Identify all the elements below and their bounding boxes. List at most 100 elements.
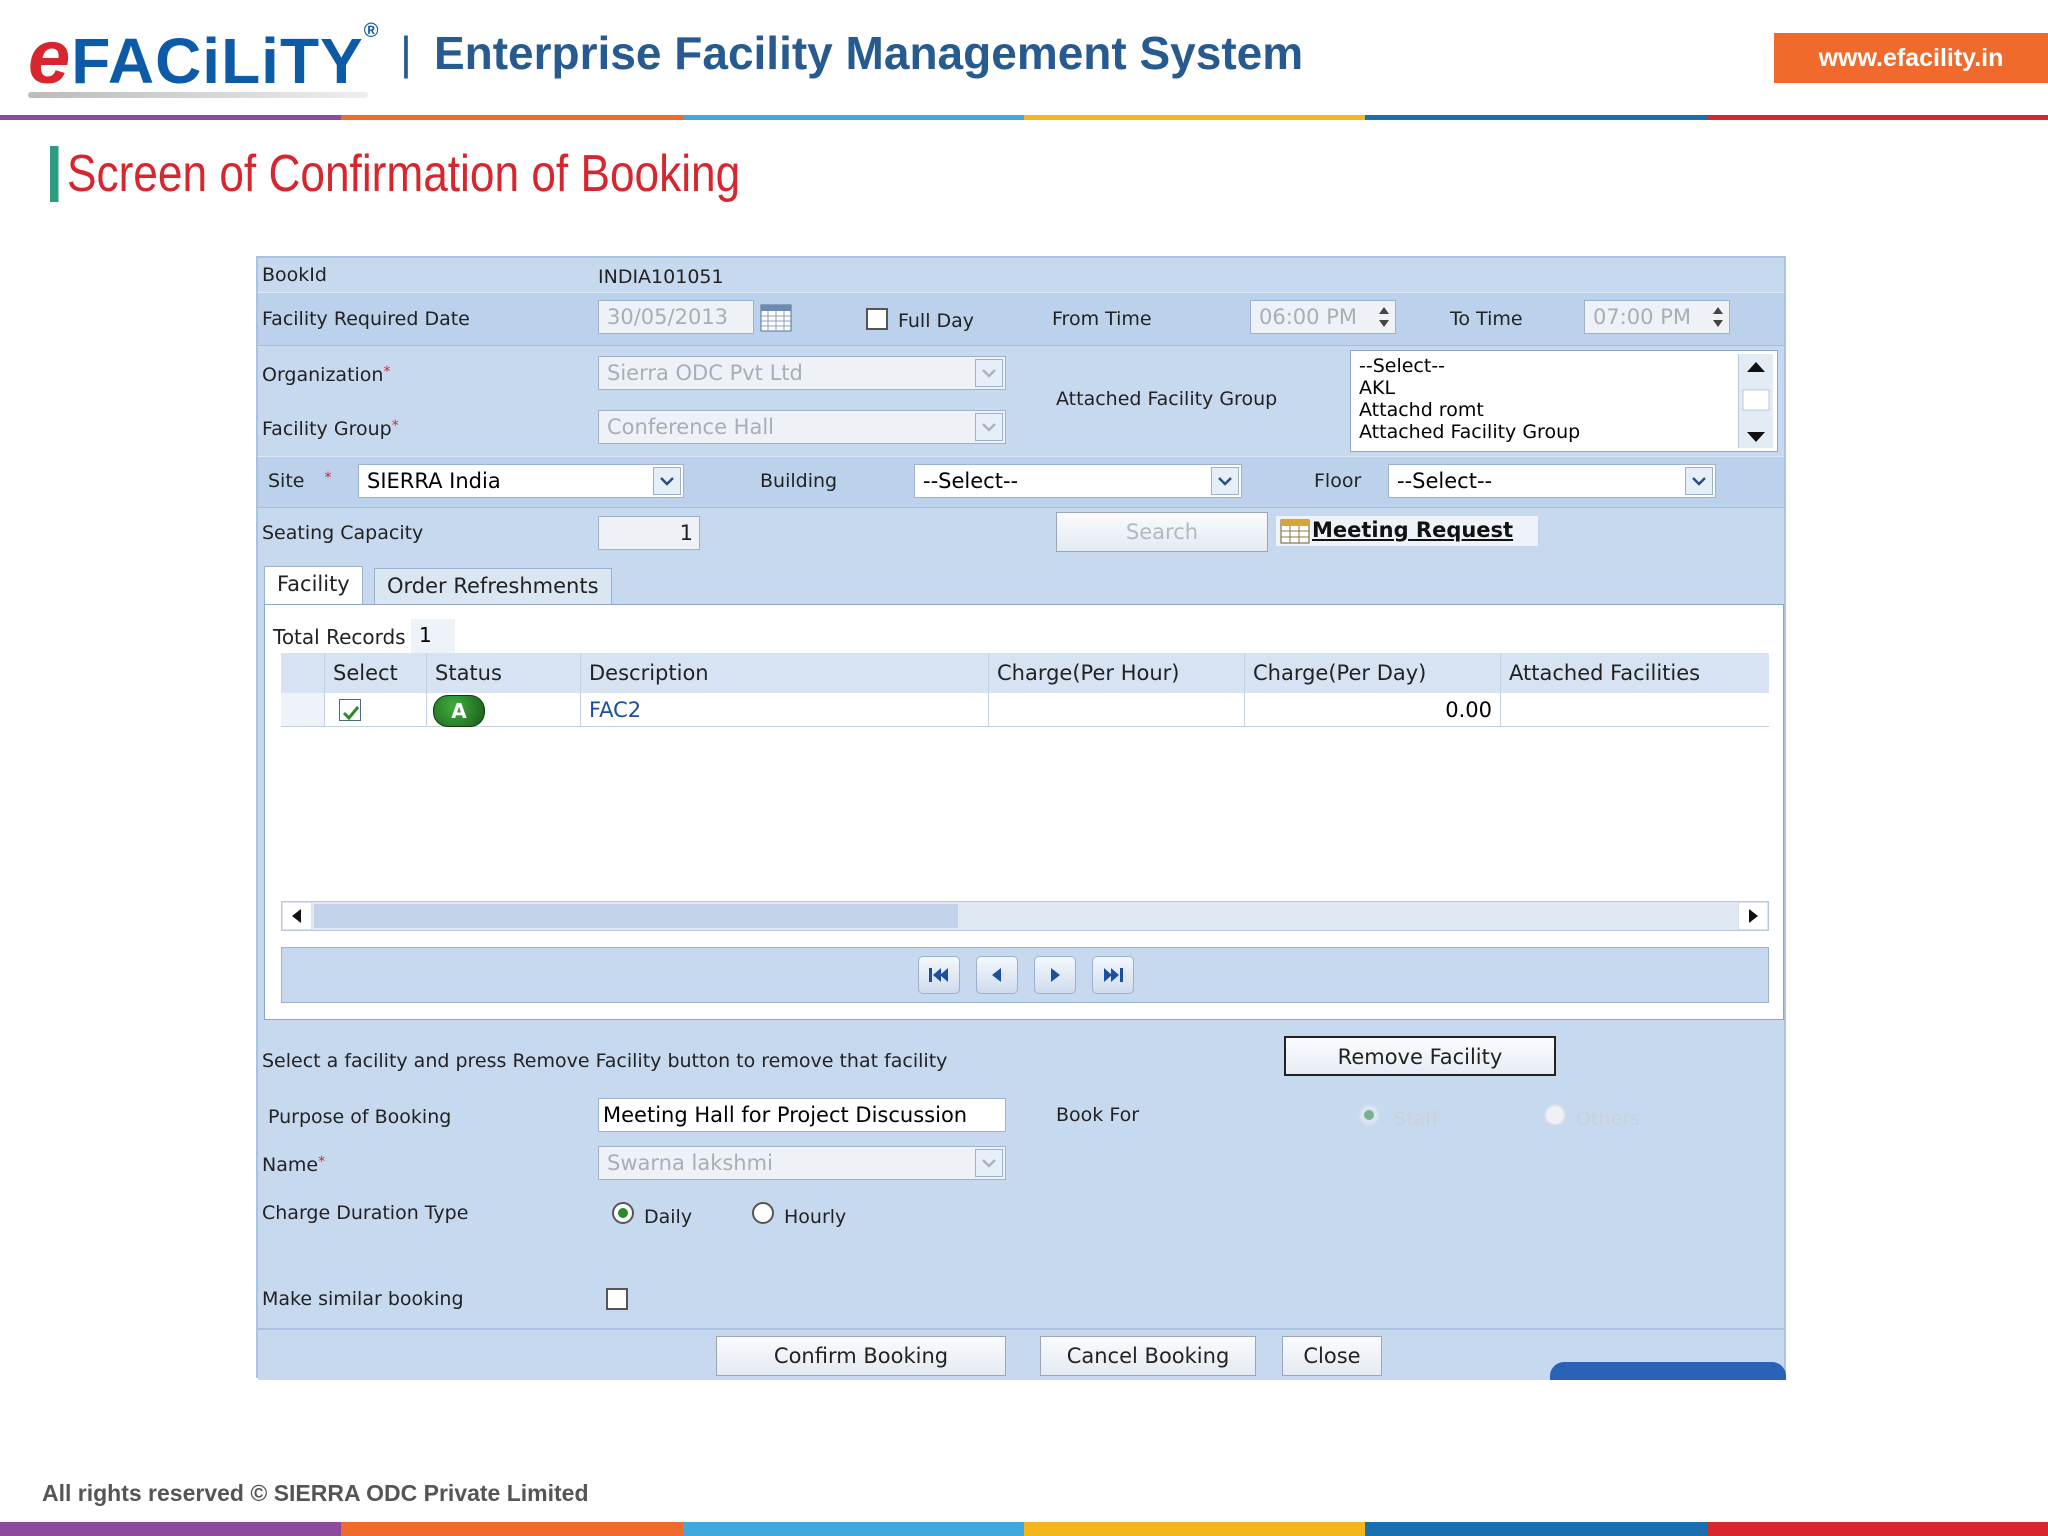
- book-for-others-radio[interactable]: [1544, 1104, 1566, 1126]
- purpose-label: Purpose of Booking: [268, 1106, 452, 1128]
- floor-select[interactable]: --Select--: [1388, 464, 1716, 498]
- last-page-icon: [1104, 968, 1123, 982]
- full-day-checkbox[interactable]: [866, 308, 888, 330]
- date-row: [258, 292, 1784, 346]
- remove-facility-button[interactable]: Remove Facility: [1284, 1036, 1556, 1076]
- row-select-checkbox[interactable]: [339, 699, 361, 721]
- stripe-segment: [682, 115, 1024, 120]
- close-button[interactable]: Close: [1282, 1336, 1382, 1376]
- chevron-down-icon[interactable]: [1211, 467, 1239, 495]
- first-page-icon: [929, 968, 948, 982]
- stripe-segment: [1023, 115, 1366, 120]
- time-spinner-icon[interactable]: [1377, 305, 1391, 329]
- listbox-option[interactable]: --Select--: [1359, 355, 1777, 377]
- remove-facility-hint: Select a facility and press Remove Facil…: [262, 1050, 948, 1072]
- charge-daily-label: Daily: [644, 1206, 693, 1228]
- row-description-cell[interactable]: FAC2: [581, 693, 989, 727]
- tab-facility[interactable]: Facility: [264, 566, 363, 604]
- row-select-cell: [325, 693, 427, 727]
- bookid-value: INDIA101051: [598, 266, 724, 288]
- total-records-label: Total Records :: [273, 625, 419, 649]
- stripe-segment: [0, 115, 342, 120]
- to-time-input[interactable]: 07:00 PM: [1584, 300, 1730, 334]
- col-status[interactable]: Status: [427, 653, 581, 693]
- next-page-icon: [1051, 968, 1060, 982]
- charge-daily-radio[interactable]: [612, 1202, 634, 1224]
- facility-group-select[interactable]: Conference Hall: [598, 410, 1006, 444]
- to-time-label: To Time: [1450, 308, 1523, 330]
- horizontal-scrollbar[interactable]: [281, 901, 1769, 931]
- seating-capacity-label: Seating Capacity: [262, 522, 424, 544]
- organization-select[interactable]: Sierra ODC Pvt Ltd: [598, 356, 1006, 390]
- listbox-option[interactable]: Attachd romt: [1359, 399, 1777, 421]
- next-page-button[interactable]: [1034, 956, 1076, 994]
- attached-facility-group-label: Attached Facility Group: [1056, 388, 1278, 410]
- tab-order-refreshments[interactable]: Order Refreshments: [374, 568, 612, 604]
- row-attached-cell: [1501, 693, 1769, 727]
- alerts-widget-tab[interactable]: [1550, 1362, 1786, 1380]
- scroll-thumb[interactable]: [314, 904, 958, 928]
- cancel-booking-button[interactable]: Cancel Booking: [1040, 1336, 1256, 1376]
- col-select[interactable]: Select: [325, 653, 427, 693]
- search-button[interactable]: Search: [1056, 512, 1268, 552]
- chevron-down-icon[interactable]: [1685, 467, 1713, 495]
- from-time-input[interactable]: 06:00 PM: [1250, 300, 1396, 334]
- scroll-left-icon[interactable]: [282, 902, 312, 930]
- stripe-segment: [682, 1522, 1024, 1536]
- similar-booking-checkbox[interactable]: [606, 1288, 628, 1310]
- stripe-segment: [0, 1522, 342, 1536]
- stripe-segment: [341, 115, 683, 120]
- last-page-button[interactable]: [1092, 956, 1134, 994]
- col-description[interactable]: Description: [581, 653, 989, 693]
- chevron-down-icon[interactable]: [975, 359, 1003, 387]
- system-title: | Enterprise Facility Management System: [400, 27, 1304, 79]
- building-label: Building: [760, 470, 838, 492]
- charge-hourly-label: Hourly: [784, 1206, 847, 1228]
- scroll-right-icon[interactable]: [1738, 902, 1768, 930]
- total-records-value: 1: [411, 619, 455, 653]
- seating-capacity-input[interactable]: 1: [598, 516, 700, 550]
- time-spinner-icon[interactable]: [1711, 305, 1725, 329]
- confirm-booking-button[interactable]: Confirm Booking: [716, 1336, 1006, 1376]
- meeting-request-link[interactable]: Meeting Request: [1276, 516, 1538, 546]
- col-charge-per-hour[interactable]: Charge(Per Hour): [989, 653, 1245, 693]
- similar-booking-label: Make similar booking: [262, 1288, 464, 1310]
- site-select[interactable]: SIERRA India: [358, 464, 684, 498]
- website-badge[interactable]: www.efacility.in: [1774, 33, 2048, 83]
- book-for-staff-label: Staff: [1394, 1108, 1439, 1130]
- col-attached-facilities[interactable]: Attached Facilities: [1501, 653, 1769, 693]
- date-label: Facility Required Date: [262, 308, 470, 330]
- stripe-segment: [1365, 115, 1707, 120]
- copyright-footer: All rights reserved © SIERRA ODC Private…: [42, 1480, 589, 1506]
- listbox-option[interactable]: Attached Facility Group: [1359, 421, 1777, 443]
- charge-hourly-radio[interactable]: [752, 1202, 774, 1224]
- status-badge: A: [433, 695, 485, 727]
- col-charge-per-day[interactable]: Charge(Per Day): [1245, 653, 1501, 693]
- chevron-down-icon[interactable]: [975, 413, 1003, 441]
- stripe-segment: [1706, 1522, 2048, 1536]
- listbox-scrollbar[interactable]: [1738, 354, 1773, 448]
- logo-underline: [28, 92, 368, 98]
- name-select[interactable]: Swarna lakshmi: [598, 1146, 1006, 1180]
- chevron-down-icon[interactable]: [653, 467, 681, 495]
- charge-duration-label: Charge Duration Type: [262, 1202, 469, 1224]
- top-color-stripe: [0, 115, 2048, 120]
- listbox-option[interactable]: AKL: [1359, 377, 1777, 399]
- book-for-staff-radio[interactable]: [1358, 1104, 1380, 1126]
- stripe-segment: [1023, 1522, 1366, 1536]
- efacility-logo: eFACiLiTY®: [28, 15, 380, 100]
- attached-facility-group-list[interactable]: --Select-- AKL Attachd romt Attached Facili…: [1350, 350, 1778, 452]
- book-for-label: Book For: [1056, 1104, 1140, 1126]
- calendar-icon[interactable]: [760, 302, 792, 332]
- bottom-color-stripe: [0, 1522, 2048, 1536]
- previous-page-button[interactable]: [976, 956, 1018, 994]
- chevron-down-icon[interactable]: [975, 1149, 1003, 1177]
- facility-table: Select Status Description Charge(Per Hou…: [281, 653, 1769, 729]
- building-select[interactable]: --Select--: [914, 464, 1242, 498]
- date-input[interactable]: 30/05/2013: [598, 300, 754, 334]
- book-for-others-label: Others: [1576, 1108, 1640, 1130]
- row-status-cell: A: [427, 693, 581, 727]
- first-page-button[interactable]: [918, 956, 960, 994]
- organization-label: Organization*: [262, 364, 391, 386]
- purpose-input[interactable]: Meeting Hall for Project Discussion: [598, 1098, 1006, 1132]
